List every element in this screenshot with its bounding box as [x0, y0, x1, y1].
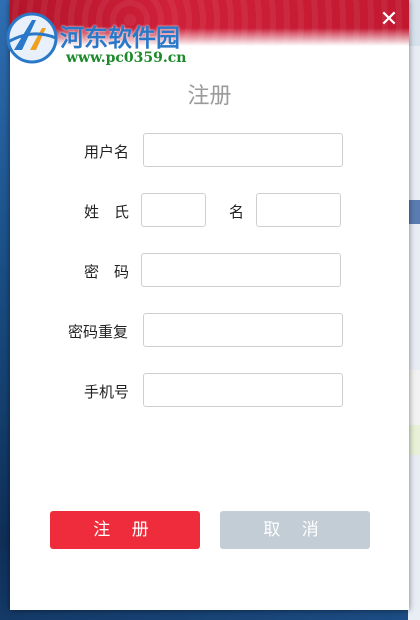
phone-label: 手机号 — [84, 383, 130, 401]
close-button[interactable]: ✕ — [377, 8, 401, 32]
given-name-label: 名 — [229, 203, 245, 221]
username-label: 用户名 — [84, 143, 130, 161]
password-repeat-input[interactable] — [143, 313, 343, 347]
close-icon[interactable]: ✕ — [380, 7, 398, 32]
watermark-url: www.pc0359.cn — [66, 50, 187, 66]
given-name-input[interactable] — [256, 193, 341, 227]
surname-input[interactable] — [141, 193, 206, 227]
cancel-button[interactable]: 取 消 — [220, 511, 370, 549]
phone-input[interactable] — [143, 373, 343, 407]
password-label: 密 码 — [84, 263, 130, 281]
surname-label: 姓 氏 — [84, 203, 130, 221]
watermark-site-name: 河东软件园 — [60, 23, 180, 52]
register-button[interactable]: 注 册 — [50, 511, 200, 549]
username-input[interactable] — [143, 133, 343, 167]
register-dialog: ✕ 注册 用户名 姓 氏 名 密 码 密码重复 手机号 注 册 取 消 — [10, 0, 409, 610]
dialog-heading: 注册 — [187, 84, 232, 109]
password-input[interactable] — [141, 253, 341, 287]
background-window-edge — [408, 0, 420, 620]
watermark-logo-icon — [6, 12, 58, 64]
password-repeat-label: 密码重复 — [68, 323, 129, 341]
